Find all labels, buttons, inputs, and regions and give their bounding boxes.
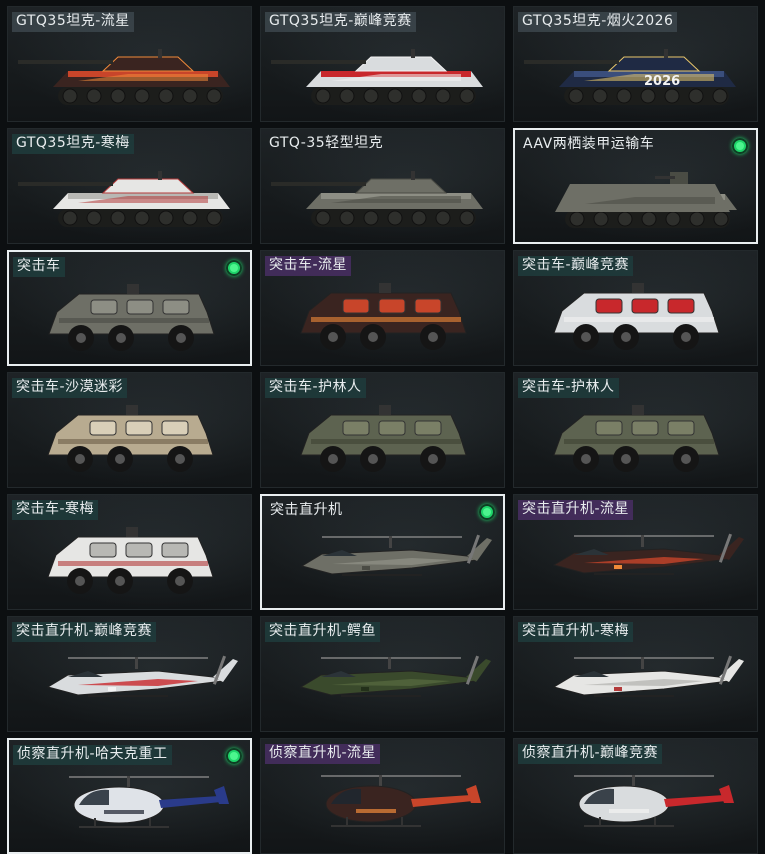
vehicle-name-label: 突击直升机-寒梅 <box>518 622 634 642</box>
vehicle-skin-card[interactable]: 突击直升机-巅峰竞赛 <box>7 616 252 732</box>
assault-vehicle-image <box>553 283 720 350</box>
vehicle-name-label: 突击直升机-流星 <box>518 500 634 520</box>
vehicle-name-label: 侦察直升机-巅峰竞赛 <box>518 744 663 764</box>
vehicle-name-label: 突击直升机-巅峰竞赛 <box>12 622 157 642</box>
attack-helicopter-image <box>300 534 492 576</box>
assault-vehicle-image <box>47 527 214 594</box>
vehicle-name-label: 突击直升机 <box>270 502 343 518</box>
tank-image <box>18 171 230 227</box>
equipped-indicator-icon <box>479 504 495 520</box>
assault-vehicle-image <box>47 405 214 472</box>
vehicle-skin-card[interactable]: 突击车-流星 <box>260 250 505 366</box>
tank-image <box>271 171 483 227</box>
assault-vehicle-image <box>48 284 215 351</box>
vehicle-skin-card[interactable]: 突击车-护林人 <box>260 372 505 488</box>
vehicle-name-label: GTQ35坦克-流星 <box>12 12 134 32</box>
vehicle-name-label: GTQ35坦克-寒梅 <box>12 134 134 154</box>
vehicle-name-label: 突击车 <box>13 257 65 277</box>
svg-text:2026: 2026 <box>644 74 680 89</box>
amphibious-vehicle-image <box>555 172 737 228</box>
vehicle-skin-card[interactable]: 2026 GTQ35坦克-烟火2026 <box>513 6 758 122</box>
vehicle-skin-card[interactable]: 突击车-护林人 <box>513 372 758 488</box>
vehicle-skin-card[interactable]: 突击车-寒梅 <box>7 494 252 610</box>
vehicle-name-label: 突击车-护林人 <box>518 378 619 398</box>
equipped-indicator-icon <box>226 748 242 764</box>
vehicle-skin-card[interactable]: 侦察直升机-流星 <box>260 738 505 854</box>
assault-vehicle-image <box>553 405 720 472</box>
tank-image: 2026 <box>524 49 736 105</box>
vehicle-name-label: 突击车-护林人 <box>265 378 366 398</box>
vehicle-name-label: GTQ-35轻型坦克 <box>269 135 384 151</box>
attack-helicopter-image <box>46 655 238 697</box>
vehicle-skin-card[interactable]: 突击车-巅峰竞赛 <box>513 250 758 366</box>
vehicle-skin-card[interactable]: GTQ35坦克-寒梅 <box>7 128 252 244</box>
vehicle-name-label: 突击车-流星 <box>265 256 352 276</box>
vehicle-skin-card[interactable]: 突击直升机-鳄鱼 <box>260 616 505 732</box>
vehicle-skin-card[interactable]: 突击直升机-寒梅 <box>513 616 758 732</box>
vehicle-skin-card[interactable]: 侦察直升机-巅峰竞赛 <box>513 738 758 854</box>
vehicle-skin-card[interactable]: 突击车 <box>7 250 252 366</box>
vehicle-name-label: 侦察直升机-流星 <box>265 744 381 764</box>
vehicle-skin-grid: GTQ35坦克-流星 GTQ35坦克-巅峰竞赛 2026 GTQ35坦克-烟火2026… <box>0 0 765 854</box>
scout-helicopter-image <box>574 775 734 827</box>
vehicle-skin-card[interactable]: GTQ35坦克-流星 <box>7 6 252 122</box>
equipped-indicator-icon <box>226 260 242 276</box>
vehicle-name-label: GTQ35坦克-烟火2026 <box>518 12 678 32</box>
attack-helicopter-image <box>299 655 491 697</box>
assault-vehicle-image <box>300 405 467 472</box>
vehicle-skin-card[interactable]: 突击车-沙漠迷彩 <box>7 372 252 488</box>
scout-helicopter-image <box>69 776 229 828</box>
assault-vehicle-image <box>300 283 467 350</box>
tank-image <box>18 49 230 105</box>
vehicle-name-label: AAV两栖装甲运输车 <box>523 136 655 152</box>
scout-helicopter-image <box>321 775 481 827</box>
vehicle-name-label: 突击车-寒梅 <box>12 500 99 520</box>
vehicle-name-label: 突击车-巅峰竞赛 <box>518 256 634 276</box>
vehicle-skin-card[interactable]: AAV两栖装甲运输车 <box>513 128 758 244</box>
vehicle-name-label: 突击车-沙漠迷彩 <box>12 378 128 398</box>
vehicle-skin-card[interactable]: GTQ35坦克-巅峰竞赛 <box>260 6 505 122</box>
vehicle-name-label: GTQ35坦克-巅峰竞赛 <box>265 12 416 32</box>
attack-helicopter-image <box>552 655 744 697</box>
tank-image <box>271 49 483 105</box>
vehicle-name-label: 突击直升机-鳄鱼 <box>265 622 381 642</box>
vehicle-skin-card[interactable]: 突击直升机-流星 <box>513 494 758 610</box>
vehicle-skin-card[interactable]: 侦察直升机-哈夫克重工 <box>7 738 252 854</box>
vehicle-skin-card[interactable]: GTQ-35轻型坦克 <box>260 128 505 244</box>
vehicle-skin-card[interactable]: 突击直升机 <box>260 494 505 610</box>
vehicle-name-label: 侦察直升机-哈夫克重工 <box>13 745 172 765</box>
equipped-indicator-icon <box>732 138 748 154</box>
attack-helicopter-image <box>552 533 744 575</box>
